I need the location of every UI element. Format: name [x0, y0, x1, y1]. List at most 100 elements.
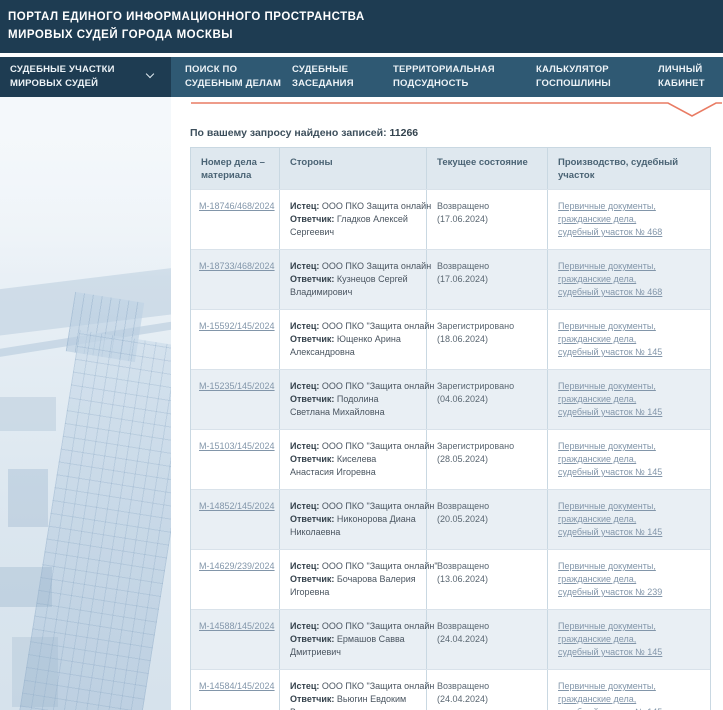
table-row: М-15592/145/2024 Истец: ООО ПКО "Защита …: [191, 309, 710, 369]
plaintiff-label: Истец:: [290, 681, 319, 691]
defendant-line: Ответчик: Гладков Алексей Сергеевич: [290, 213, 416, 239]
plaintiff-line: Истец: ООО ПКО "Защита онлайн: [290, 380, 416, 393]
nav-item-label: ТЕРРИТОРИАЛЬНАЯ: [393, 63, 495, 77]
plaintiff-label: Истец:: [290, 501, 319, 511]
parties-cell: Истец: ООО ПКО "Защита онлайн Ответчик: …: [280, 310, 427, 369]
parties-cell: Истец: ООО ПКО Защита онлайн Ответчик: Г…: [280, 190, 427, 249]
site-header: ПОРТАЛ ЕДИНОГО ИНФОРМАЦИОННОГО ПРОСТРАНС…: [0, 0, 723, 55]
active-tab-pointer-line: [190, 101, 723, 119]
table-header-row: Номер дела – материала Стороны Текущее с…: [191, 148, 710, 189]
nav-item-case-search[interactable]: ПОИСК ПО СУДЕБНЫМ ДЕЛАМ: [185, 57, 281, 97]
nav-item-fee-calculator[interactable]: КАЛЬКУЛЯТОР ГОСПОШЛИНЫ: [536, 57, 611, 97]
column-header-parties: Стороны: [280, 148, 427, 189]
nav-item-territorial-jurisdiction[interactable]: ТЕРРИТОРИАЛЬНАЯ ПОДСУДНОСТЬ: [393, 57, 495, 97]
plaintiff-name: ООО ПКО "Защита онлайн: [319, 501, 434, 511]
table-row: М-15235/145/2024 Истец: ООО ПКО "Защита …: [191, 369, 710, 429]
cases-table: Номер дела – материала Стороны Текущее с…: [190, 147, 711, 710]
plaintiff-line: Истец: ООО ПКО "Защита онлайн: [290, 440, 416, 453]
plaintiff-label: Истец:: [290, 441, 319, 451]
case-number-link[interactable]: М-14852/145/2024: [199, 501, 275, 511]
status-text: Возвращено (20.05.2024): [437, 501, 489, 524]
case-number-cell: М-15103/145/2024: [191, 430, 280, 489]
plaintiff-name: ООО ПКО "Защита онлайн: [319, 321, 434, 331]
sidebar-city-image: [0, 97, 171, 710]
production-link[interactable]: Первичные документы, гражданские дела, с…: [558, 381, 662, 417]
defendant-line: Ответчик: Вьюгин Евдоким Владимирович: [290, 693, 416, 710]
status-text: Зарегистрировано (28.05.2024): [437, 441, 514, 464]
status-cell: Возвращено (17.06.2024): [427, 250, 548, 309]
case-number-cell: М-18746/468/2024: [191, 190, 280, 249]
parties-cell: Истец: ООО ПКО "Защита онлайн" Ответчик:…: [280, 550, 427, 609]
plaintiff-name: ООО ПКО "Защита онлайн: [319, 381, 434, 391]
production-link[interactable]: Первичные документы, гражданские дела, с…: [558, 561, 662, 597]
nav-item-label: ПОДСУДНОСТЬ: [393, 77, 495, 91]
production-cell: Первичные документы, гражданские дела, с…: [548, 430, 711, 489]
plaintiff-label: Истец:: [290, 261, 319, 271]
status-cell: Возвращено (13.06.2024): [427, 550, 548, 609]
production-link[interactable]: Первичные документы, гражданские дела, с…: [558, 441, 662, 477]
city-building-shape: [0, 567, 52, 607]
table-row: М-18746/468/2024 Истец: ООО ПКО Защита о…: [191, 189, 710, 249]
case-number-link[interactable]: М-14584/145/2024: [199, 681, 275, 691]
parties-cell: Истец: ООО ПКО "Защита онлайн Ответчик: …: [280, 430, 427, 489]
status-text: Возвращено (13.06.2024): [437, 561, 489, 584]
main-content: По вашему запросу найдено записей: 11266…: [171, 97, 723, 710]
production-cell: Первичные документы, гражданские дела, с…: [548, 610, 711, 669]
status-text: Возвращено (17.06.2024): [437, 261, 489, 284]
case-number-link[interactable]: М-15592/145/2024: [199, 321, 275, 331]
plaintiff-line: Истец: ООО ПКО "Защита онлайн: [290, 680, 416, 693]
case-number-link[interactable]: М-15103/145/2024: [199, 441, 275, 451]
status-text: Зарегистрировано (04.06.2024): [437, 381, 514, 404]
nav-item-personal-cabinet[interactable]: ЛИЧНЫЙ КАБИНЕТ: [658, 57, 705, 97]
main-nav: СУДЕБНЫЕ УЧАСТКИ МИРОВЫХ СУДЕЙ ПОИСК ПО …: [0, 57, 723, 97]
nav-item-label: ЗАСЕДАНИЯ: [292, 77, 354, 91]
case-number-link[interactable]: М-18746/468/2024: [199, 201, 275, 211]
production-link[interactable]: Первичные документы, гражданские дела, с…: [558, 201, 662, 237]
city-haze-overlay: [0, 97, 171, 277]
case-number-link[interactable]: М-14629/239/2024: [199, 561, 275, 571]
plaintiff-name: ООО ПКО "Защита онлайн": [319, 561, 437, 571]
plaintiff-label: Истец:: [290, 201, 319, 211]
production-link[interactable]: Первичные документы, гражданские дела, с…: [558, 261, 662, 297]
case-number-cell: М-14852/145/2024: [191, 490, 280, 549]
status-cell: Зарегистрировано (28.05.2024): [427, 430, 548, 489]
table-row: М-14588/145/2024 Истец: ООО ПКО "Защита …: [191, 609, 710, 669]
defendant-line: Ответчик: Никонорова Диана Николаевна: [290, 513, 416, 539]
site-title-line1: ПОРТАЛ ЕДИНОГО ИНФОРМАЦИОННОГО ПРОСТРАНС…: [8, 8, 715, 26]
production-cell: Первичные документы, гражданские дела, с…: [548, 190, 711, 249]
plaintiff-line: Истец: ООО ПКО "Защита онлайн: [290, 320, 416, 333]
production-link[interactable]: Первичные документы, гражданские дела, с…: [558, 321, 662, 357]
case-number-link[interactable]: М-18733/468/2024: [199, 261, 275, 271]
defendant-label: Ответчик:: [290, 634, 334, 644]
status-cell: Возвращено (17.06.2024): [427, 190, 548, 249]
production-link[interactable]: Первичные документы, гражданские дела, с…: [558, 501, 662, 537]
nav-item-court-districts[interactable]: СУДЕБНЫЕ УЧАСТКИ МИРОВЫХ СУДЕЙ: [0, 57, 171, 97]
status-text: Зарегистрировано (18.06.2024): [437, 321, 514, 344]
nav-item-court-sessions[interactable]: СУДЕБНЫЕ ЗАСЕДАНИЯ: [292, 57, 354, 97]
table-body: М-18746/468/2024 Истец: ООО ПКО Защита о…: [191, 189, 710, 710]
defendant-label: Ответчик:: [290, 454, 334, 464]
results-summary: По вашему запросу найдено записей: 11266: [190, 127, 723, 139]
plaintiff-name: ООО ПКО Защита онлайн: [319, 201, 431, 211]
case-number-link[interactable]: М-15235/145/2024: [199, 381, 275, 391]
nav-item-label: КАЛЬКУЛЯТОР: [536, 63, 611, 77]
case-number-cell: М-18733/468/2024: [191, 250, 280, 309]
table-row: М-18733/468/2024 Истец: ООО ПКО Защита о…: [191, 249, 710, 309]
defendant-line: Ответчик: Киселева Анастасия Игоревна: [290, 453, 416, 479]
city-building-shape: [12, 637, 58, 707]
nav-item-label: ЛИЧНЫЙ: [658, 63, 705, 77]
parties-cell: Истец: ООО ПКО Защита онлайн Ответчик: К…: [280, 250, 427, 309]
table-row: М-14584/145/2024 Истец: ООО ПКО "Защита …: [191, 669, 710, 710]
production-link[interactable]: Первичные документы, гражданские дела, с…: [558, 621, 662, 657]
nav-item-label: СУДЕБНЫМ ДЕЛАМ: [185, 77, 281, 91]
production-link[interactable]: Первичные документы, гражданские дела, с…: [558, 681, 662, 710]
plaintiff-line: Истец: ООО ПКО "Защита онлайн: [290, 500, 416, 513]
defendant-label: Ответчик:: [290, 694, 334, 704]
plaintiff-line: Истец: ООО ПКО "Защита онлайн: [290, 620, 416, 633]
case-number-link[interactable]: М-14588/145/2024: [199, 621, 275, 631]
case-number-cell: М-14584/145/2024: [191, 670, 280, 710]
nav-item-label: ГОСПОШЛИНЫ: [536, 77, 611, 91]
production-cell: Первичные документы, гражданские дела, с…: [548, 550, 711, 609]
defendant-line: Ответчик: Ермашов Савва Дмитриевич: [290, 633, 416, 659]
plaintiff-label: Истец:: [290, 621, 319, 631]
